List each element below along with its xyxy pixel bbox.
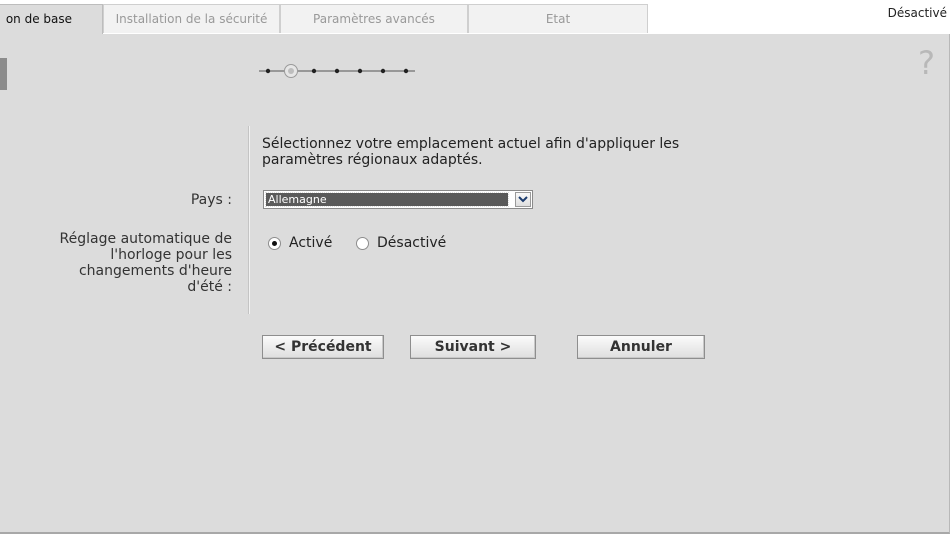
progress-step (311, 68, 317, 74)
tab-status[interactable]: Etat (468, 4, 648, 33)
previous-button[interactable]: < Précédent (262, 335, 384, 359)
country-select[interactable]: Allemagne (263, 190, 533, 209)
radio-off[interactable] (356, 237, 369, 250)
wizard-progress (259, 64, 415, 78)
country-label: Pays : (190, 192, 232, 208)
radio-on-label: Activé (289, 235, 333, 251)
tab-advanced-settings[interactable]: Paramètres avancés (280, 4, 468, 33)
progress-step (380, 68, 386, 74)
tab-security-setup[interactable]: Installation de la sécurité (103, 4, 280, 33)
edge-marker (0, 58, 7, 90)
help-icon[interactable]: ? (918, 46, 935, 80)
tab-basic-setup[interactable]: on de base (0, 4, 103, 34)
next-button[interactable]: Suivant > (410, 335, 536, 359)
connection-status: Désactivé (887, 6, 947, 20)
progress-step (334, 68, 340, 74)
radio-on[interactable] (268, 237, 281, 250)
wizard-intro-text: Sélectionnez votre emplacement actuel af… (262, 136, 680, 168)
tab-bar: on de base Installation de la sécurité P… (0, 0, 951, 34)
wizard-panel: ? Sélectionnez votre emplacement actuel … (0, 34, 950, 534)
progress-step (265, 68, 271, 74)
progress-step (357, 68, 363, 74)
radio-off-label: Désactivé (377, 235, 447, 251)
dst-label: Réglage automatique de l'horloge pour le… (59, 231, 232, 295)
progress-step (403, 68, 409, 74)
cancel-button[interactable]: Annuler (577, 335, 705, 359)
country-select-value: Allemagne (265, 192, 509, 207)
chevron-down-icon[interactable] (515, 192, 531, 207)
form-divider (248, 126, 249, 314)
progress-step-current-dot (288, 68, 294, 74)
